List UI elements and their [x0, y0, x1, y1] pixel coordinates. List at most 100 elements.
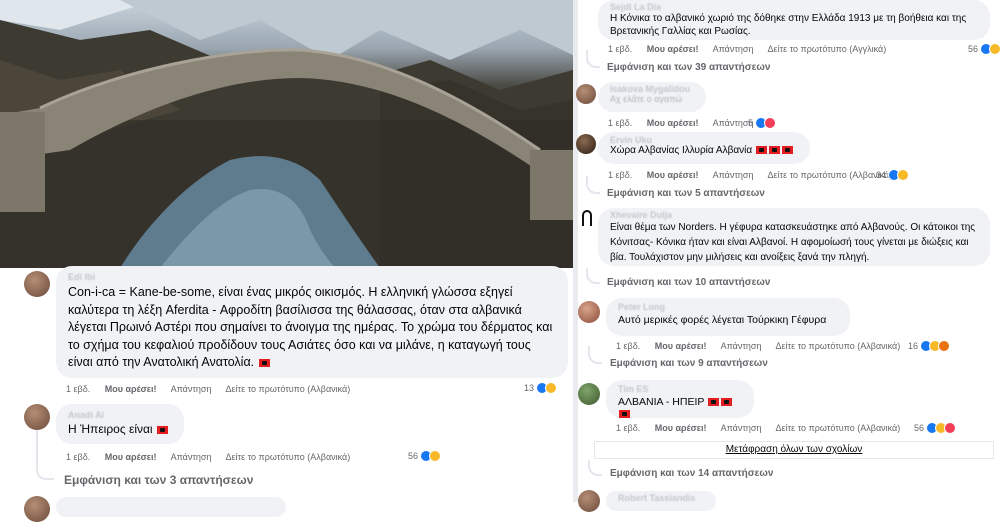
comment-author[interactable]: Anadi Ai: [68, 410, 172, 420]
comment-author[interactable]: Xhevaire Dulja: [610, 210, 978, 220]
ribbon-icon: [582, 210, 592, 226]
comment-author[interactable]: Peter Long: [618, 302, 838, 312]
see-original-link[interactable]: Δείτε το πρωτότυπο (Αγγλικά): [768, 44, 887, 54]
reply-button[interactable]: Απάντηση: [171, 452, 212, 462]
see-original-link[interactable]: Δείτε το πρωτότυπο (Αλβανικά): [776, 423, 901, 433]
avatar[interactable]: [24, 404, 50, 430]
thread-connector: [36, 456, 54, 480]
like-button[interactable]: Μου αρέσει!: [647, 44, 699, 54]
comment-time[interactable]: 1 εβδ.: [616, 341, 640, 351]
angry-reaction-icon: [938, 340, 951, 352]
albania-flag-icon: [721, 398, 733, 407]
avatar[interactable]: [24, 496, 50, 522]
albania-flag-icon: [258, 358, 270, 367]
see-original-link[interactable]: Δείτε το πρωτότυπο (Αλβανικά): [768, 170, 893, 180]
reaction-count-value: 5: [748, 118, 754, 128]
avatar[interactable]: [578, 383, 600, 405]
comment-bubble: Robert Tassiandis: [606, 491, 716, 511]
avatar[interactable]: [578, 301, 600, 323]
view-replies-link[interactable]: Εμφάνιση και των 5 απαντήσεων: [607, 188, 765, 199]
like-button[interactable]: Μου αρέσει!: [655, 423, 707, 433]
albania-flag-icon: [156, 425, 168, 434]
comment-time[interactable]: 1 εβδ.: [608, 44, 632, 54]
comment-author[interactable]: Sejdi La Dia: [610, 2, 978, 12]
comment-bubble: Ervin Uku Χώρα Αλβανίας Ιλλυρία Αλβανία: [598, 132, 810, 164]
reaction-count[interactable]: 34: [876, 169, 910, 181]
comment-actions: 1 εβδ. Μου αρέσει! Απάντηση Δείτε το πρω…: [66, 384, 362, 394]
comment-time[interactable]: 1 εβδ.: [66, 384, 90, 394]
like-button[interactable]: Μου αρέσει!: [655, 341, 707, 351]
view-replies-link[interactable]: Εμφάνιση και των 39 απαντήσεων: [607, 62, 770, 73]
comment-author[interactable]: Tim ES: [618, 384, 742, 394]
like-button[interactable]: Μου αρέσει!: [647, 170, 699, 180]
reply-button[interactable]: Απάντηση: [721, 423, 762, 433]
thread-connector: [588, 346, 602, 364]
avatar[interactable]: [576, 134, 596, 154]
comment-author[interactable]: Edi Ibi: [68, 272, 556, 282]
like-button[interactable]: Μου αρέσει!: [105, 452, 157, 462]
comment-bubble: Xhevaire Dulja Είναι θέμα των Norders. Η…: [598, 208, 990, 266]
comment-bubble: [56, 497, 286, 517]
thread-connector: [586, 50, 600, 68]
like-button[interactable]: Μου αρέσει!: [105, 384, 157, 394]
reaction-count-value: 56: [408, 451, 419, 461]
albania-flag-icon: [619, 410, 630, 419]
see-original-link[interactable]: Δείτε το πρωτότυπο (Αλβανικά): [226, 384, 351, 394]
comment-bubble: Isakova Mygalidou Αχ ελάτε ο αγαπώ: [598, 82, 706, 112]
avatar[interactable]: [24, 271, 50, 297]
comment-actions: 1 εβδ. Μου αρέσει! Απάντηση Δείτε το πρω…: [66, 452, 362, 462]
comment-text: Η Ήπειρος είναι: [68, 422, 172, 436]
translate-all-link[interactable]: Μετάφραση όλων των σχολίων: [594, 441, 994, 459]
view-replies-link[interactable]: Εμφάνιση και των 9 απαντήσεων: [610, 358, 768, 369]
reply-button[interactable]: Απάντηση: [713, 170, 754, 180]
comment-actions: 1 εβδ. Μου αρέσει! Απάντηση Δείτε το πρω…: [616, 423, 912, 433]
thread-connector: [586, 176, 600, 194]
reaction-count[interactable]: 5: [748, 117, 777, 129]
like-button[interactable]: Μου αρέσει!: [647, 118, 699, 128]
comment-time[interactable]: 1 εβδ.: [608, 170, 632, 180]
comment-bubble: Anadi Ai Η Ήπειρος είναι: [56, 404, 184, 444]
avatar[interactable]: [576, 84, 596, 104]
comment-text: Con-i-ca = Kane-be-some, είναι ένας μικρ…: [68, 285, 553, 369]
reply-button[interactable]: Απάντηση: [713, 44, 754, 54]
comment-bubble: Sejdi La Dia Η Κόνικα το αλβανικό χωριό …: [598, 0, 990, 40]
see-original-link[interactable]: Δείτε το πρωτότυπο (Αλβανικά): [776, 341, 901, 351]
view-replies-link[interactable]: Εμφάνιση και των 10 απαντήσεων: [607, 277, 770, 288]
albania-flag-icon: [768, 146, 780, 155]
reaction-count[interactable]: 56: [968, 43, 1000, 55]
reaction-count[interactable]: 56: [914, 422, 957, 434]
screenshot-divider: [573, 0, 578, 502]
reaction-count[interactable]: 56: [408, 450, 442, 462]
reply-button[interactable]: Απάντηση: [721, 341, 762, 351]
reaction-count-value: 56: [968, 44, 979, 54]
comment-time[interactable]: 1 εβδ.: [616, 423, 640, 433]
reaction-count[interactable]: 16: [908, 340, 951, 352]
haha-reaction-icon: [429, 450, 442, 462]
thread-connector: [588, 460, 602, 476]
reaction-count[interactable]: 13: [524, 382, 558, 394]
comment-text: ΑΛΒΑΝΙΑ - ΗΠΕΙΡ: [618, 396, 742, 420]
albania-flag-icon: [781, 146, 793, 155]
thread-connector: [586, 268, 600, 284]
see-original-link[interactable]: Δείτε το πρωτότυπο (Αλβανικά): [226, 452, 351, 462]
reaction-count-value: 56: [914, 423, 925, 433]
reaction-count-value: 34: [876, 170, 887, 180]
comment-actions: 1 εβδ. Μου αρέσει! Απάντηση Δείτε το πρω…: [608, 170, 904, 180]
comment-time[interactable]: 1 εβδ.: [66, 452, 90, 462]
comment-actions: 1 εβδ. Μου αρέσει! Απάντηση Δείτε το πρω…: [616, 341, 912, 351]
comment-bubble: Edi Ibi Con-i-ca = Kane-be-some, είναι έ…: [56, 266, 568, 378]
comment-actions: 1 εβδ. Μου αρέσει! Απάντηση: [608, 118, 766, 128]
view-replies-link[interactable]: Εμφάνιση και των 3 απαντήσεων: [64, 473, 253, 487]
comment-author[interactable]: Isakova Mygalidou: [610, 84, 694, 94]
avatar[interactable]: [578, 490, 600, 512]
comment-text: Χώρα Αλβανίας Ιλλυρία Αλβανία: [610, 145, 798, 156]
haha-reaction-icon: [545, 382, 558, 394]
reply-button[interactable]: Απάντηση: [171, 384, 212, 394]
comment-text: Είναι θέμα των Norders. Η γέφυρα κατασκε…: [610, 222, 976, 263]
comment-time[interactable]: 1 εβδ.: [608, 118, 632, 128]
comment-author[interactable]: Ervin Uku: [610, 135, 798, 145]
view-replies-link[interactable]: Εμφάνιση και των 14 απαντήσεων: [610, 468, 773, 479]
comment-bubble: Tim ES ΑΛΒΑΝΙΑ - ΗΠΕΙΡ: [606, 380, 754, 420]
love-reaction-icon: [944, 422, 957, 434]
bridge-photo: [0, 0, 573, 268]
